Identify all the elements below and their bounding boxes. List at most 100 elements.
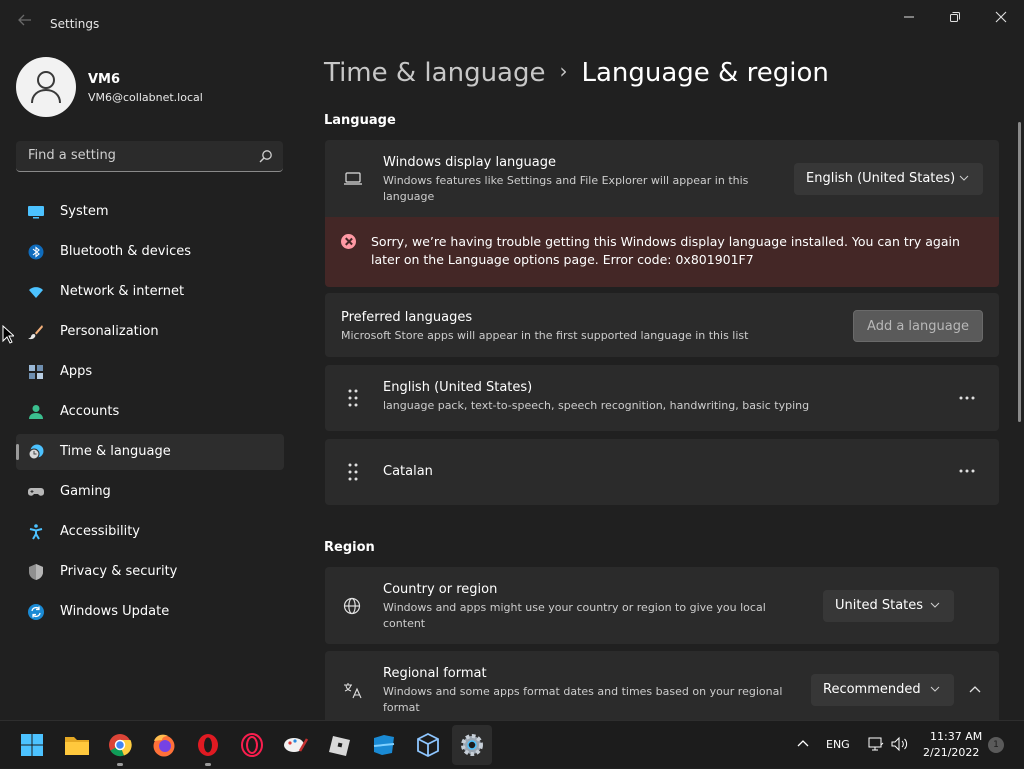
window-title: Settings bbox=[50, 17, 100, 31]
avatar bbox=[16, 57, 76, 117]
sidebar-item-apps[interactable]: Apps bbox=[16, 354, 284, 390]
restore-button[interactable] bbox=[932, 6, 978, 28]
sidebar-item-label: System bbox=[60, 204, 109, 219]
dropdown-value: United States bbox=[835, 598, 924, 613]
sidebar-item-label: Personalization bbox=[60, 324, 159, 339]
clock-time[interactable]: 11:37 AM bbox=[930, 730, 982, 743]
more-options-icon[interactable] bbox=[959, 396, 975, 400]
language-features: language pack, text-to-speech, speech re… bbox=[383, 399, 810, 412]
country-region-card: Country or region Windows and apps might… bbox=[325, 567, 999, 644]
file-explorer-icon[interactable] bbox=[61, 729, 93, 761]
back-arrow-icon bbox=[18, 14, 31, 26]
add-language-button[interactable]: Add a language bbox=[853, 310, 983, 342]
sidebar-item-label: Windows Update bbox=[60, 604, 170, 619]
chrome-icon bbox=[109, 734, 132, 757]
sidebar-item-accessibility[interactable]: Accessibility bbox=[16, 514, 284, 550]
drag-handle-icon[interactable] bbox=[347, 463, 359, 481]
paint-icon[interactable] bbox=[280, 729, 312, 761]
country-region-description: Windows and apps might use your country … bbox=[383, 601, 766, 630]
display-language-description: Windows features like Settings and File … bbox=[383, 174, 749, 203]
start-icon[interactable] bbox=[16, 729, 48, 761]
clock-date[interactable]: 2/21/2022 bbox=[923, 746, 979, 759]
sidebar-item-label: Accessibility bbox=[60, 524, 140, 539]
notification-badge[interactable]: 1 bbox=[988, 737, 1004, 753]
network-icon[interactable] bbox=[868, 736, 884, 752]
drag-handle-icon[interactable] bbox=[347, 389, 359, 407]
close-icon bbox=[995, 11, 1007, 23]
update-icon bbox=[28, 604, 44, 620]
search-icon[interactable] bbox=[259, 149, 273, 163]
laptop-icon bbox=[344, 172, 362, 185]
volume-icon[interactable] bbox=[891, 736, 909, 752]
person-icon bbox=[31, 71, 61, 104]
azure-icon[interactable] bbox=[368, 729, 400, 761]
title-bar: Settings bbox=[0, 0, 1024, 48]
minimize-button[interactable] bbox=[886, 6, 932, 28]
sidebar-item-privacy[interactable]: Privacy & security bbox=[16, 554, 284, 590]
display-language-card: Windows display language Windows feature… bbox=[325, 140, 999, 217]
regional-format-description: Windows and some apps format dates and t… bbox=[383, 685, 783, 714]
breadcrumb: Time & language › Language & region bbox=[324, 58, 829, 88]
accessibility-icon bbox=[29, 524, 43, 540]
error-icon bbox=[341, 234, 356, 249]
sidebar-item-accounts[interactable]: Accounts bbox=[16, 394, 284, 430]
language-name: Catalan bbox=[383, 464, 433, 479]
breadcrumb-parent[interactable]: Time & language bbox=[324, 58, 545, 88]
sidebar-item-network[interactable]: Network & internet bbox=[16, 274, 284, 310]
restore-icon bbox=[950, 12, 960, 22]
sidebar-item-bluetooth[interactable]: Bluetooth & devices bbox=[16, 234, 284, 270]
search-box[interactable] bbox=[16, 141, 283, 172]
user-name: VM6 bbox=[88, 72, 121, 87]
more-options-icon[interactable] bbox=[959, 469, 975, 473]
language-name: English (United States) bbox=[383, 380, 533, 395]
chevron-down-icon bbox=[930, 686, 940, 692]
preferred-languages-title: Preferred languages bbox=[341, 310, 473, 325]
sidebar-item-gaming[interactable]: Gaming bbox=[16, 474, 284, 510]
breadcrumb-separator: › bbox=[559, 59, 568, 83]
language-item[interactable]: Catalan bbox=[325, 439, 999, 505]
chevron-down-icon bbox=[930, 602, 940, 608]
close-button[interactable] bbox=[978, 6, 1024, 28]
virtualbox-icon[interactable] bbox=[412, 729, 444, 761]
chevron-up-icon[interactable] bbox=[969, 686, 981, 693]
regional-format-title: Regional format bbox=[383, 666, 487, 681]
settings-icon bbox=[461, 734, 483, 756]
globe-icon bbox=[343, 597, 361, 615]
back-button[interactable] bbox=[14, 12, 36, 34]
language-format-icon bbox=[344, 683, 362, 699]
sidebar-nav: System Bluetooth & devices Network & int… bbox=[16, 194, 284, 634]
country-region-dropdown[interactable]: United States bbox=[823, 590, 954, 622]
country-region-title: Country or region bbox=[383, 582, 498, 597]
bluetooth-icon bbox=[28, 244, 44, 260]
opera-gx-icon[interactable] bbox=[236, 729, 268, 761]
dropdown-value: Recommended bbox=[823, 682, 921, 697]
brush-icon bbox=[28, 325, 43, 340]
sidebar-item-windows-update[interactable]: Windows Update bbox=[16, 594, 284, 630]
sidebar-item-system[interactable]: System bbox=[16, 194, 284, 230]
opera-app[interactable] bbox=[192, 729, 224, 766]
sidebar-item-personalization[interactable]: Personalization bbox=[16, 314, 284, 350]
chevron-up-icon[interactable] bbox=[797, 739, 809, 747]
chrome-app[interactable] bbox=[104, 729, 136, 766]
sidebar-item-label: Time & language bbox=[60, 444, 171, 459]
sidebar-item-label: Accounts bbox=[60, 404, 120, 419]
error-infobar: Sorry, we’re having trouble getting this… bbox=[325, 217, 999, 287]
scrollbar[interactable] bbox=[1018, 122, 1021, 422]
roblox-icon[interactable] bbox=[324, 729, 356, 761]
language-item[interactable]: English (United States) language pack, t… bbox=[325, 365, 999, 431]
apps-icon bbox=[29, 365, 43, 379]
sidebar-item-label: Network & internet bbox=[60, 284, 185, 299]
gamepad-icon bbox=[28, 488, 44, 496]
sidebar-item-label: Gaming bbox=[60, 484, 111, 499]
firefox-icon[interactable] bbox=[148, 729, 180, 761]
shield-icon bbox=[29, 564, 43, 580]
display-language-dropdown[interactable]: English (United States) bbox=[794, 163, 983, 195]
sidebar-item-time-language[interactable]: Time & language bbox=[16, 434, 284, 470]
search-input[interactable] bbox=[26, 147, 250, 164]
user-email: VM6@collabnet.local bbox=[88, 91, 203, 104]
regional-format-card: Regional format Windows and some apps fo… bbox=[325, 651, 999, 720]
settings-app[interactable] bbox=[452, 725, 492, 765]
input-language[interactable]: ENG bbox=[826, 738, 850, 751]
clock-globe-icon bbox=[28, 444, 44, 460]
regional-format-dropdown[interactable]: Recommended bbox=[811, 674, 954, 706]
